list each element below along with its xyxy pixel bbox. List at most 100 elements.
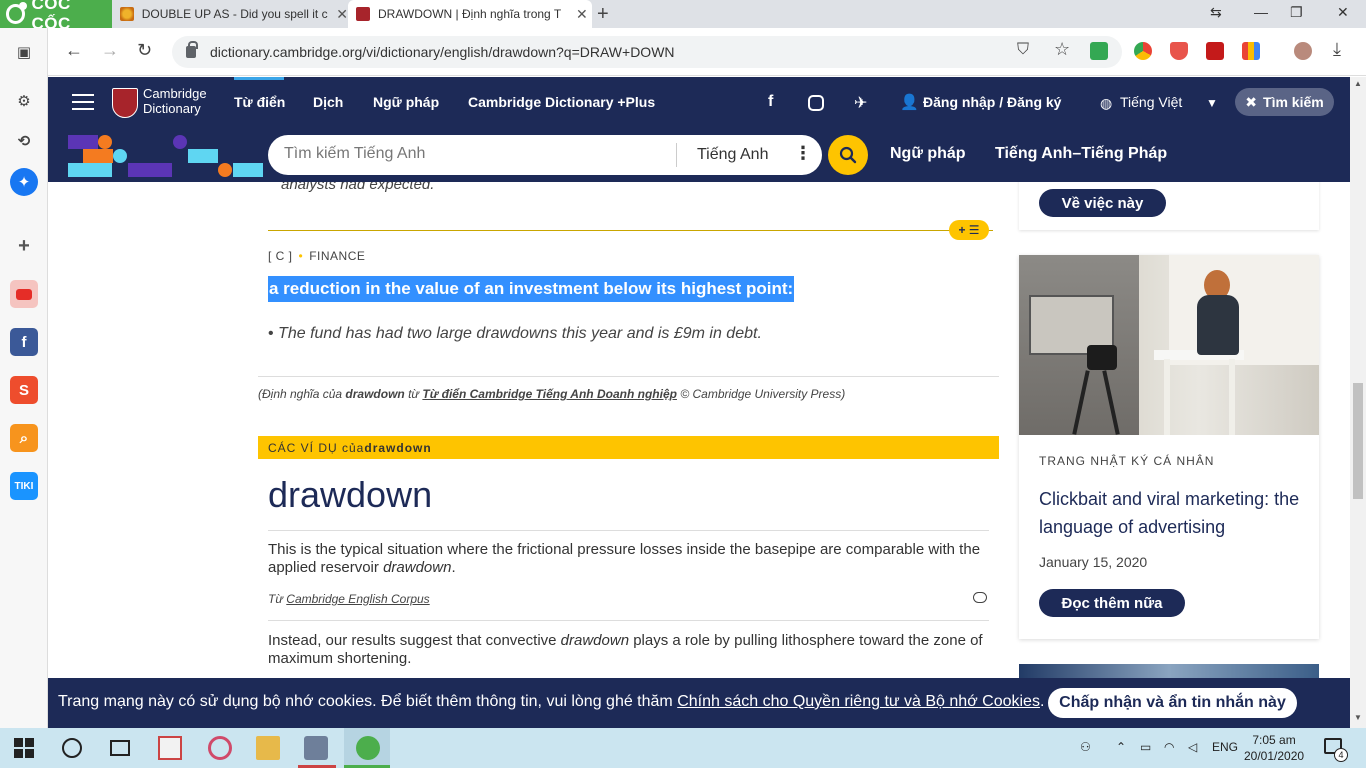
example-source: Từ Cambridge English Corpus (268, 592, 430, 606)
chevron-down-icon: ▼ (1206, 96, 1218, 110)
search-input[interactable] (284, 145, 664, 163)
scroll-up-icon[interactable]: ▲ (1354, 79, 1362, 88)
about-card: Về việc này (1019, 182, 1319, 230)
previous-example: analysts had expected. (281, 182, 435, 193)
back-button[interactable]: ← (65, 40, 83, 61)
nav-translate[interactable]: Dịch (313, 94, 343, 110)
color-extension-icon[interactable] (1242, 42, 1260, 60)
logo-line-1: Cambridge (143, 86, 207, 101)
nav-plus[interactable]: Cambridge Dictionary +Plus (468, 94, 655, 110)
adblock-extension-icon[interactable] (1170, 42, 1188, 60)
people-icon[interactable]: ⚇ (1080, 740, 1091, 754)
tab-close-icon[interactable]: ✕ (576, 6, 588, 23)
dataset-selector[interactable]: Tiếng Anh (697, 146, 768, 164)
privacy-policy-link[interactable]: Chính sách cho Quyền riêng tư và Bộ nhớ … (677, 693, 1040, 710)
youtube-icon[interactable] (10, 280, 38, 308)
tab-double-up-as[interactable]: DOUBLE UP AS - Did you spell it c ✕ (112, 0, 348, 28)
sidebar-toggle-icon[interactable]: ▣ (10, 38, 38, 66)
shopee-icon[interactable]: S (10, 376, 38, 404)
search-submit-button[interactable] (828, 135, 868, 175)
comment-icon[interactable] (973, 592, 987, 603)
search-row: Tiếng Anh ⋮ Ngữ pháp Tiếng Anh–Tiếng Phá… (48, 129, 1350, 182)
scroll-down-icon[interactable]: ▼ (1354, 713, 1362, 722)
forward-button[interactable]: → (101, 40, 119, 61)
reload-button[interactable]: ↻ (137, 40, 152, 61)
extension-icon[interactable] (1134, 42, 1152, 60)
page-scrollbar[interactable]: ▲ ▼ (1350, 77, 1366, 728)
corpus-link[interactable]: Cambridge English Corpus (286, 592, 429, 606)
app-icon[interactable] (304, 736, 328, 760)
add-to-wordlist-button[interactable]: + ☰ (949, 220, 989, 240)
more-options-icon[interactable]: ⋮ (794, 143, 812, 164)
next-card-image[interactable] (1019, 664, 1319, 678)
bookmark-star-icon[interactable]: ☆ (1054, 39, 1070, 60)
task-view-icon[interactable] (110, 740, 130, 756)
definition-text[interactable]: a reduction in the value of an investmen… (268, 276, 795, 302)
profile-avatar-icon[interactable] (1294, 42, 1312, 60)
search-icon (839, 146, 857, 164)
nav-dictionary[interactable]: Từ điển (234, 94, 285, 110)
privacy-shield-icon[interactable]: ⛉ (1017, 41, 1029, 59)
domain-label: FINANCE (309, 249, 366, 263)
tab-drawdown[interactable]: DRAWDOWN | Định nghĩa trong T ✕ (348, 0, 592, 28)
section-divider (268, 230, 993, 231)
favicon-icon (120, 7, 134, 21)
search-app-icon[interactable]: ⌕ (10, 424, 38, 452)
address-bar[interactable]: dictionary.cambridge.org/vi/dictionary/e… (172, 36, 1122, 68)
examples-header-bar: CÁC VÍ DỤ củadrawdown (258, 436, 999, 459)
site-logo[interactable]: Cambridge Dictionary (143, 86, 207, 116)
history-icon[interactable]: ⟲ (10, 127, 38, 155)
extension-icon[interactable] (1206, 42, 1224, 60)
browser-tab-strip: CỐC CỐC DOUBLE UP AS - Did you spell it … (0, 0, 1366, 33)
tiki-icon[interactable]: TIKI (10, 472, 38, 500)
menu-icon[interactable] (72, 94, 94, 110)
search-toggle-button[interactable]: ✖ Tìm kiếm (1235, 88, 1334, 116)
download-extension-icon[interactable] (1090, 42, 1108, 60)
nav-grammar[interactable]: Ngữ pháp (373, 94, 439, 110)
tab-search-icon[interactable]: ⇆ (1210, 4, 1222, 21)
facebook-icon[interactable]: f (768, 93, 773, 111)
new-tab-button[interactable]: + (597, 3, 609, 26)
blog-title[interactable]: Clickbait and viral marketing: the langu… (1039, 485, 1304, 541)
tab-close-icon[interactable]: ✕ (336, 6, 348, 23)
battery-icon[interactable]: ▭ (1140, 740, 1151, 754)
login-link[interactable]: Đăng nhập / Đăng ký (923, 94, 1061, 110)
language-selector[interactable]: Tiếng Việt (1120, 94, 1182, 110)
volume-icon[interactable]: ◁ (1188, 740, 1197, 754)
grammar-link[interactable]: Ngữ pháp (890, 145, 966, 163)
coccoc-menu-button[interactable]: CỐC CỐC (0, 0, 112, 33)
grammar-info: [ C ] • FINANCE (268, 249, 366, 263)
close-window-button[interactable]: ✕ (1337, 4, 1349, 21)
facebook-icon[interactable]: f (10, 328, 38, 356)
app-icon[interactable] (158, 736, 182, 760)
read-more-button[interactable]: Đọc thêm nữa (1039, 589, 1185, 617)
paint-app-icon[interactable] (208, 736, 232, 760)
blog-photo[interactable] (1019, 255, 1319, 435)
business-dictionary-link[interactable]: Từ điển Cambridge Tiếng Anh Doanh nghiệp (422, 387, 677, 401)
taskbar-clock[interactable]: 7:05 am 20/01/2020 (1244, 732, 1304, 764)
blog-date: January 15, 2020 (1039, 554, 1148, 570)
maximize-button[interactable]: ❐ (1290, 4, 1303, 21)
settings-icon[interactable]: ⚙ (10, 87, 38, 115)
tray-chevron-icon[interactable]: ⌃ (1116, 740, 1126, 754)
english-french-link[interactable]: Tiếng Anh–Tiếng Pháp (995, 145, 1167, 163)
logo-line-2: Dictionary (143, 101, 201, 116)
scrollbar-thumb[interactable] (1353, 383, 1363, 499)
language-indicator[interactable]: ENG (1212, 740, 1238, 754)
coccoc-logo-icon (6, 2, 28, 24)
cortana-icon[interactable] (62, 738, 82, 758)
about-button[interactable]: Về việc này (1039, 189, 1166, 217)
cookie-message: Trang mạng này có sử dụng bộ nhớ cookies… (58, 693, 1045, 710)
instagram-icon[interactable] (808, 95, 824, 111)
coccoc-taskbar-icon[interactable] (356, 736, 380, 760)
file-explorer-icon[interactable] (256, 736, 280, 760)
windows-start-icon[interactable] (14, 738, 34, 758)
minimize-button[interactable]: — (1254, 4, 1268, 20)
accept-cookies-button[interactable]: Chấp nhận và ẩn tin nhắn này (1048, 688, 1297, 718)
twitter-icon[interactable]: ✈ (854, 93, 867, 113)
wifi-icon[interactable]: ◠ (1164, 740, 1174, 754)
add-app-icon[interactable]: + (10, 232, 38, 260)
messenger-icon[interactable]: ✦ (10, 168, 38, 196)
notification-count: 4 (1334, 748, 1348, 762)
download-icon[interactable]: ⤓ (1333, 39, 1341, 60)
